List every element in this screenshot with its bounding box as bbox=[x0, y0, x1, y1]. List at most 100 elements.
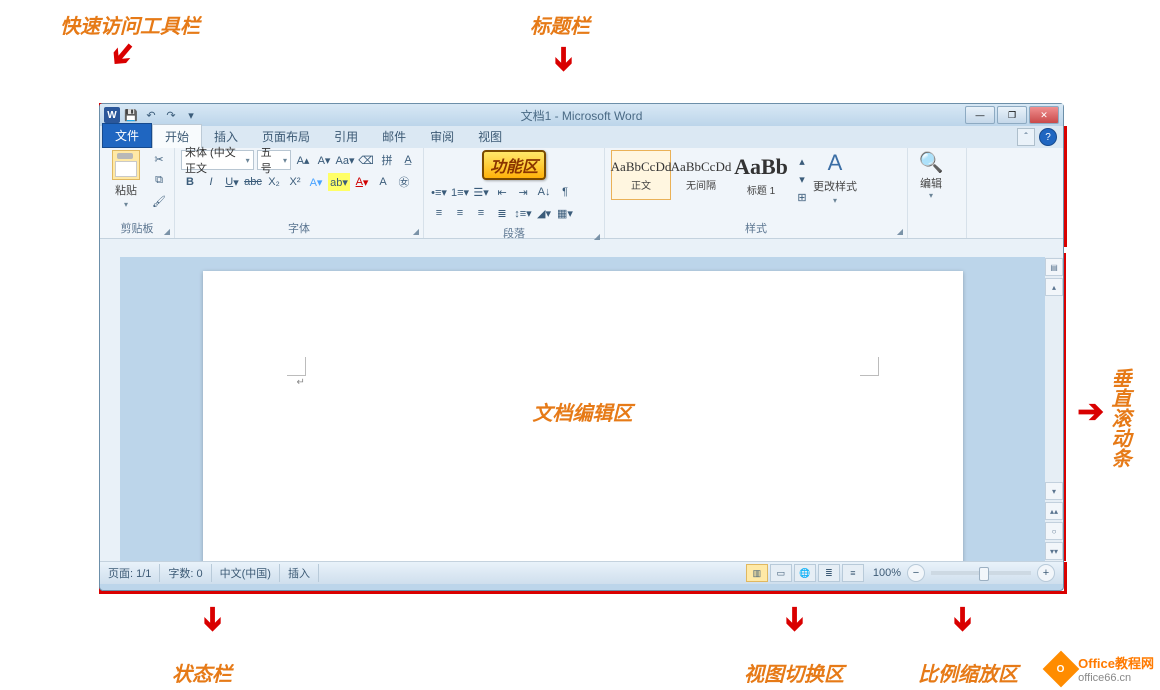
arrow-icon: ➔ bbox=[194, 606, 232, 633]
editing-button[interactable]: 编辑 bbox=[920, 175, 942, 191]
multilevel-button[interactable]: ☰▾ bbox=[472, 183, 490, 201]
paste-button[interactable]: 粘贴 bbox=[115, 182, 137, 198]
view-web[interactable]: 🌐 bbox=[794, 564, 816, 582]
text-effects-button[interactable]: A▾ bbox=[307, 173, 325, 191]
char-border-button[interactable]: A̲ bbox=[399, 151, 417, 169]
change-case-button[interactable]: Aa▾ bbox=[336, 151, 354, 169]
line-spacing-button[interactable]: ↕≡▾ bbox=[514, 204, 532, 222]
dialog-launcher-icon[interactable]: ◢ bbox=[413, 227, 419, 236]
copy-button[interactable]: ⧉ bbox=[150, 171, 168, 189]
align-left-button[interactable]: ≡ bbox=[430, 204, 448, 222]
tab-view[interactable]: 视图 bbox=[466, 125, 514, 148]
titlebar: W 💾 ↶ ↷ ▾ 文档1 - Microsoft Word — ❐ ✕ bbox=[100, 104, 1063, 126]
change-styles-button[interactable]: A 更改样式 ▾ bbox=[813, 150, 857, 205]
arrow-icon: ➔ bbox=[776, 606, 814, 633]
status-mode[interactable]: 插入 bbox=[280, 564, 319, 582]
underline-button[interactable]: U▾ bbox=[223, 173, 241, 191]
bullets-button[interactable]: •≡▾ bbox=[430, 183, 448, 201]
numbering-button[interactable]: 1≡▾ bbox=[451, 183, 469, 201]
shrink-font-button[interactable]: A▾ bbox=[315, 151, 333, 169]
status-page[interactable]: 页面: 1/1 bbox=[100, 564, 160, 582]
arrow-icon: ➔ bbox=[1077, 392, 1104, 430]
subscript-button[interactable]: X₂ bbox=[265, 173, 283, 191]
show-marks-button[interactable]: ¶ bbox=[556, 183, 574, 201]
view-print-layout[interactable]: ▥ bbox=[746, 564, 768, 582]
strike-button[interactable]: abc bbox=[244, 173, 262, 191]
prev-page-button[interactable]: ▴▴ bbox=[1045, 502, 1063, 520]
close-button[interactable]: ✕ bbox=[1029, 106, 1059, 124]
minimize-ribbon-button[interactable]: ˆ bbox=[1017, 128, 1035, 146]
font-size-combo[interactable]: 五号▾ bbox=[257, 150, 291, 170]
phonetic-button[interactable]: 拼 bbox=[378, 151, 396, 169]
minimize-button[interactable]: — bbox=[965, 106, 995, 124]
paste-icon[interactable] bbox=[112, 150, 140, 180]
tab-file[interactable]: 文件 bbox=[102, 123, 152, 148]
justify-button[interactable]: ≣ bbox=[493, 204, 511, 222]
status-words[interactable]: 字数: 0 bbox=[160, 564, 211, 582]
align-right-button[interactable]: ≡ bbox=[472, 204, 490, 222]
word-window: W 💾 ↶ ↷ ▾ 文档1 - Microsoft Word — ❐ ✕ 文件 … bbox=[99, 103, 1064, 591]
style-normal[interactable]: AaBbCcDd 正文 bbox=[611, 150, 671, 200]
bold-button[interactable]: B bbox=[181, 173, 199, 191]
enclose-char-button[interactable]: ㊛ bbox=[395, 173, 413, 191]
group-editing: 🔍 编辑 ▾ bbox=[908, 148, 967, 238]
shading-button[interactable]: ◢▾ bbox=[535, 204, 553, 222]
borders-button[interactable]: ▦▾ bbox=[556, 204, 574, 222]
maximize-button[interactable]: ❐ bbox=[997, 106, 1027, 124]
zoom-slider[interactable] bbox=[931, 571, 1031, 575]
view-outline[interactable]: ≣ bbox=[818, 564, 840, 582]
char-shading-button[interactable]: A bbox=[374, 173, 392, 191]
group-styles: AaBbCcDd 正文 AaBbCcDd 无间隔 AaBb 标题 1 ▴ ▾ ⊞ bbox=[605, 148, 908, 238]
sort-button[interactable]: A↓ bbox=[535, 183, 553, 201]
tab-mailings[interactable]: 邮件 bbox=[370, 125, 418, 148]
font-color-button[interactable]: A▾ bbox=[353, 173, 371, 191]
styles-expand[interactable]: ⊞ bbox=[793, 188, 811, 206]
scroll-down-button[interactable]: ▾ bbox=[1045, 482, 1063, 500]
document-area: ↵ 文档编辑区 ▤ ▴ ▾ ▴▴ ○ ▾▾ bbox=[100, 257, 1063, 561]
group-clipboard: 粘贴 ▾ ✂ ⧉ 🖌 剪贴板◢ bbox=[100, 148, 175, 238]
align-center-button[interactable]: ≡ bbox=[451, 204, 469, 222]
grow-font-button[interactable]: A▴ bbox=[294, 151, 312, 169]
view-fullscreen[interactable]: ▭ bbox=[770, 564, 792, 582]
find-icon[interactable]: 🔍 bbox=[919, 150, 944, 175]
dialog-launcher-icon[interactable]: ◢ bbox=[164, 227, 170, 236]
font-name-combo[interactable]: 宋体 (中文正文▾ bbox=[181, 150, 254, 170]
style-heading1[interactable]: AaBb 标题 1 bbox=[731, 150, 791, 200]
style-nospacing[interactable]: AaBbCcDd 无间隔 bbox=[671, 150, 731, 200]
vertical-scrollbar[interactable]: ▤ ▴ ▾ ▴▴ ○ ▾▾ bbox=[1045, 257, 1063, 561]
styles-row-down[interactable]: ▾ bbox=[793, 170, 811, 188]
arrow-icon: ➔ bbox=[944, 606, 982, 633]
vertical-ruler[interactable] bbox=[100, 257, 120, 561]
ribbon-annotation-badge: 功能区 bbox=[482, 150, 546, 180]
italic-button[interactable]: I bbox=[202, 173, 220, 191]
browse-object-button[interactable]: ○ bbox=[1045, 522, 1063, 540]
cut-button[interactable]: ✂ bbox=[150, 150, 168, 168]
superscript-button[interactable]: X² bbox=[286, 173, 304, 191]
format-painter-button[interactable]: 🖌 bbox=[150, 192, 168, 210]
paste-dropdown[interactable]: ▾ bbox=[124, 200, 128, 209]
status-language[interactable]: 中文(中国) bbox=[212, 564, 280, 582]
dialog-launcher-icon[interactable]: ◢ bbox=[897, 227, 903, 236]
view-draft[interactable]: ≡ bbox=[842, 564, 864, 582]
scroll-up-button[interactable]: ▴ bbox=[1045, 278, 1063, 296]
increase-indent-button[interactable]: ⇥ bbox=[514, 183, 532, 201]
styles-row-up[interactable]: ▴ bbox=[793, 152, 811, 170]
tab-review[interactable]: 审阅 bbox=[418, 125, 466, 148]
ruler-toggle-button[interactable]: ▤ bbox=[1045, 258, 1063, 276]
clear-format-button[interactable]: ⌫ bbox=[357, 151, 375, 169]
margin-mark-icon bbox=[287, 357, 306, 376]
decrease-indent-button[interactable]: ⇤ bbox=[493, 183, 511, 201]
document-canvas[interactable]: ↵ 文档编辑区 bbox=[120, 257, 1045, 561]
arrow-icon: ➔ bbox=[100, 33, 146, 78]
zoom-value[interactable]: 100% bbox=[873, 567, 901, 579]
watermark-name: Office教程网 bbox=[1078, 656, 1154, 671]
help-button[interactable]: ? bbox=[1039, 128, 1057, 146]
zoom-thumb[interactable] bbox=[979, 567, 989, 581]
window-title: 文档1 - Microsoft Word bbox=[100, 107, 1063, 124]
highlight-button[interactable]: ab▾ bbox=[328, 173, 350, 191]
next-page-button[interactable]: ▾▾ bbox=[1045, 542, 1063, 560]
dialog-launcher-icon[interactable]: ◢ bbox=[594, 232, 600, 241]
zoom-out-button[interactable]: − bbox=[907, 564, 925, 582]
zoom-in-button[interactable]: + bbox=[1037, 564, 1055, 582]
tab-references[interactable]: 引用 bbox=[322, 125, 370, 148]
